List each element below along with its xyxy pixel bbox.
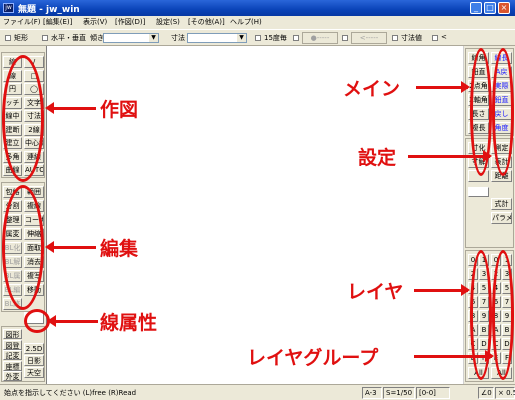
layer-group-arrow <box>414 350 494 362</box>
layer-indicator[interactable]: [0-0] <box>416 387 450 399</box>
layer-annotation: レイヤ <box>347 281 404 303</box>
misc-tool-button[interactable]: 外変 <box>3 371 22 381</box>
menu-help[interactable]: ヘルプ(H) <box>230 17 262 27</box>
status-bar: 始点を指示してください (L)free (R)Read A-3 S=1/50 [… <box>0 384 515 400</box>
dim-combo[interactable]: ▼ <box>187 33 247 43</box>
angle-indicator[interactable]: ∠0 <box>478 387 494 399</box>
layer-group-highlight-oval <box>492 250 514 380</box>
misc-tool-button[interactable]: 天空 <box>24 367 44 378</box>
misc-tool-button[interactable]: 2.5D <box>24 343 44 354</box>
misc-tool-button[interactable]: 図形 <box>3 329 22 339</box>
lt-label: < <box>441 33 447 41</box>
utility-tool-button[interactable]: 式計 <box>491 198 512 210</box>
menu-draw[interactable]: [作図(D)] <box>115 17 145 27</box>
arrow-mode-checkbox[interactable] <box>342 35 348 41</box>
horiz-vert-checkbox[interactable] <box>42 35 48 41</box>
edit-arrow <box>45 241 96 253</box>
rect-checkbox[interactable] <box>5 35 11 41</box>
dim-value-checkbox[interactable] <box>392 35 398 41</box>
dim-value-label: 寸法値 <box>401 34 422 42</box>
status-message: 始点を指示してください (L)free (R)Read <box>4 389 137 397</box>
paper-size[interactable]: A-3 <box>362 387 382 399</box>
misc-tool-group: 図形 図登 記変 座標 外変 2.5D 日影 天空 <box>1 326 45 382</box>
menu-bar: ファイル(F) [編集(E)] 表示(V) [作図(D)] 設定(S) [その他… <box>0 16 515 29</box>
utility-tool-button[interactable] <box>468 187 489 197</box>
menu-settings[interactable]: 設定(S) <box>156 17 180 27</box>
main-arrow <box>416 81 470 93</box>
menu-edit[interactable]: [編集(E)] <box>43 17 72 27</box>
draw-highlight-oval <box>2 55 44 182</box>
misc-tool-button[interactable]: 座標 <box>3 360 22 371</box>
horiz-vert-label: 水平・垂直 <box>51 34 86 42</box>
point-mode-button[interactable]: ●----- <box>302 32 338 44</box>
deg15-checkbox[interactable] <box>255 35 261 41</box>
menu-other[interactable]: [その他(A)] <box>188 17 225 27</box>
edit-annotation: 編集 <box>100 238 139 260</box>
rect-label: 矩形 <box>14 34 28 42</box>
layer-arrow <box>414 284 470 296</box>
edit-highlight-oval <box>2 185 44 310</box>
close-button[interactable]: × <box>498 2 510 14</box>
point-mode-checkbox[interactable] <box>293 35 299 41</box>
misc-tool-button[interactable]: 図登 <box>3 339 22 350</box>
draw-arrow <box>45 102 96 114</box>
app-icon: jw <box>3 3 14 13</box>
option-toolbar: 矩形 水平・垂直 傾き ▼ 寸法 ▼ 15度毎 ●----- <----- 寸法… <box>0 29 515 46</box>
window-title: 無題 - jw_win <box>18 5 80 15</box>
chevron-down-icon: ▼ <box>237 34 246 42</box>
dim-label: 寸法 <box>171 34 185 42</box>
tilt-combo[interactable]: ▼ <box>103 33 159 43</box>
maximize-button[interactable]: □ <box>484 2 496 14</box>
lt-checkbox[interactable] <box>432 35 438 41</box>
misc-tool-button[interactable]: 記変 <box>3 350 22 360</box>
menu-file[interactable]: ファイル(F) <box>3 17 41 27</box>
deg15-label: 15度毎 <box>264 34 287 42</box>
draw-annotation: 作図 <box>100 99 139 121</box>
arrow-mode-button[interactable]: <----- <box>351 32 387 44</box>
zoom-indicator[interactable]: × 0.5 <box>495 387 515 399</box>
settings-annotation: 設定 <box>358 147 397 169</box>
scale-indicator[interactable]: S=1/50 <box>383 387 415 399</box>
line-attr-annotation: 線属性 <box>100 312 158 334</box>
utility-tool-button[interactable]: パラメ <box>491 212 512 224</box>
settings-arrow <box>408 150 492 162</box>
line-attr-arrow <box>47 315 98 327</box>
main-annotation: メイン <box>343 78 401 100</box>
menu-view[interactable]: 表示(V) <box>83 17 107 27</box>
layer-group-annotation: レイヤグループ <box>247 347 379 369</box>
minimize-button[interactable]: _ <box>470 2 482 14</box>
chevron-down-icon: ▼ <box>149 34 158 42</box>
title-bar: jw 無題 - jw_win _ □ × <box>0 0 515 16</box>
misc-tool-button[interactable]: 日影 <box>24 355 44 366</box>
settings-highlight-oval <box>492 48 514 176</box>
tilt-label: 傾き <box>90 34 104 42</box>
